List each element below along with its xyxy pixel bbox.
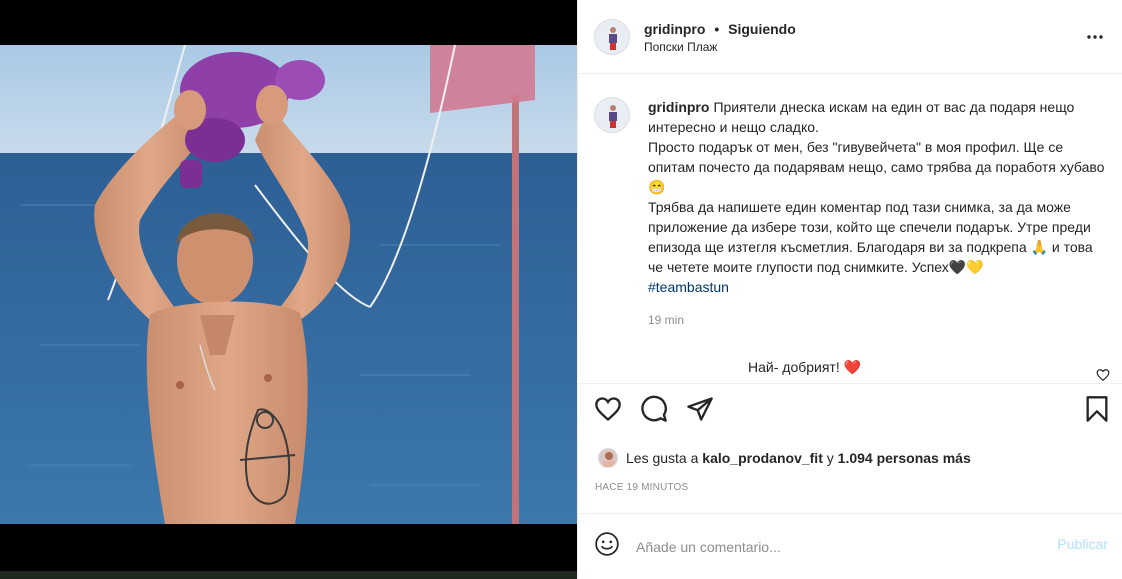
separator-dot: •	[714, 20, 720, 37]
caption-line-1: Приятели днеска искам на един от вас да …	[648, 99, 1075, 135]
likes-count[interactable]: 1.094 personas más	[838, 450, 971, 466]
caption-time[interactable]: 19 min	[648, 310, 1106, 330]
post-photo-panel	[0, 0, 577, 579]
comment-heart-emoji: ❤️	[843, 359, 862, 375]
caption-avatar[interactable]	[594, 97, 630, 133]
comment-icon[interactable]	[640, 395, 668, 428]
likes-summary: Les gusta a kalo_prodanov_fit y 1.094 pe…	[598, 448, 971, 468]
caption-line-2: Просто подарък от мен, без "гивувейчета"…	[648, 139, 1105, 195]
author-avatar[interactable]	[594, 18, 630, 55]
add-comment-bar: Publicar	[578, 513, 1122, 579]
post-actions-bar	[594, 395, 1108, 433]
post-location[interactable]: Попски Плаж	[644, 40, 796, 54]
more-options-icon[interactable]	[1086, 28, 1104, 46]
comments-section: gridinpro Приятели днеска искам на един о…	[578, 75, 1122, 384]
comment-like-icon[interactable]	[1096, 368, 1110, 382]
liker-username[interactable]: kalo_prodanov_fit	[702, 450, 823, 466]
comment-input[interactable]	[636, 538, 1026, 555]
publish-button[interactable]: Publicar	[1057, 536, 1108, 552]
post-timestamp[interactable]: HACE 19 MINUTOS	[595, 482, 688, 493]
post-header: gridinpro • Siguiendo Попски Плаж	[578, 0, 1122, 74]
hashtag-link[interactable]: #teambastun	[648, 279, 729, 295]
post-header-text: gridinpro • Siguiendo Попски Плаж	[644, 20, 796, 54]
share-icon[interactable]	[686, 395, 714, 428]
likes-connector: y	[826, 450, 834, 466]
post-caption: gridinpro Приятели днеска искам на един о…	[578, 75, 1122, 330]
caption-username[interactable]: gridinpro	[648, 99, 709, 115]
heart-icon[interactable]	[594, 395, 622, 428]
bookmark-icon[interactable]	[1084, 395, 1110, 428]
caption-line-3: Трябва да напишете един коментар под таз…	[648, 199, 1093, 275]
photo-bottom-strip	[0, 571, 577, 579]
author-username[interactable]: gridinpro	[644, 21, 705, 37]
post-photo[interactable]	[0, 45, 577, 524]
likes-prefix: Les gusta a	[626, 450, 699, 466]
comment-text: Най- добрият!	[748, 359, 840, 375]
emoji-icon[interactable]	[594, 531, 620, 562]
caption-body: gridinpro Приятели днеска искам на един о…	[648, 97, 1106, 330]
follow-status-button[interactable]: Siguiendo	[728, 21, 796, 37]
liker-avatar[interactable]	[598, 448, 618, 468]
post-details-panel: gridinpro • Siguiendo Попски Плаж gridin…	[577, 0, 1122, 579]
comment-item: Най- добрият! ❤️	[748, 359, 861, 376]
